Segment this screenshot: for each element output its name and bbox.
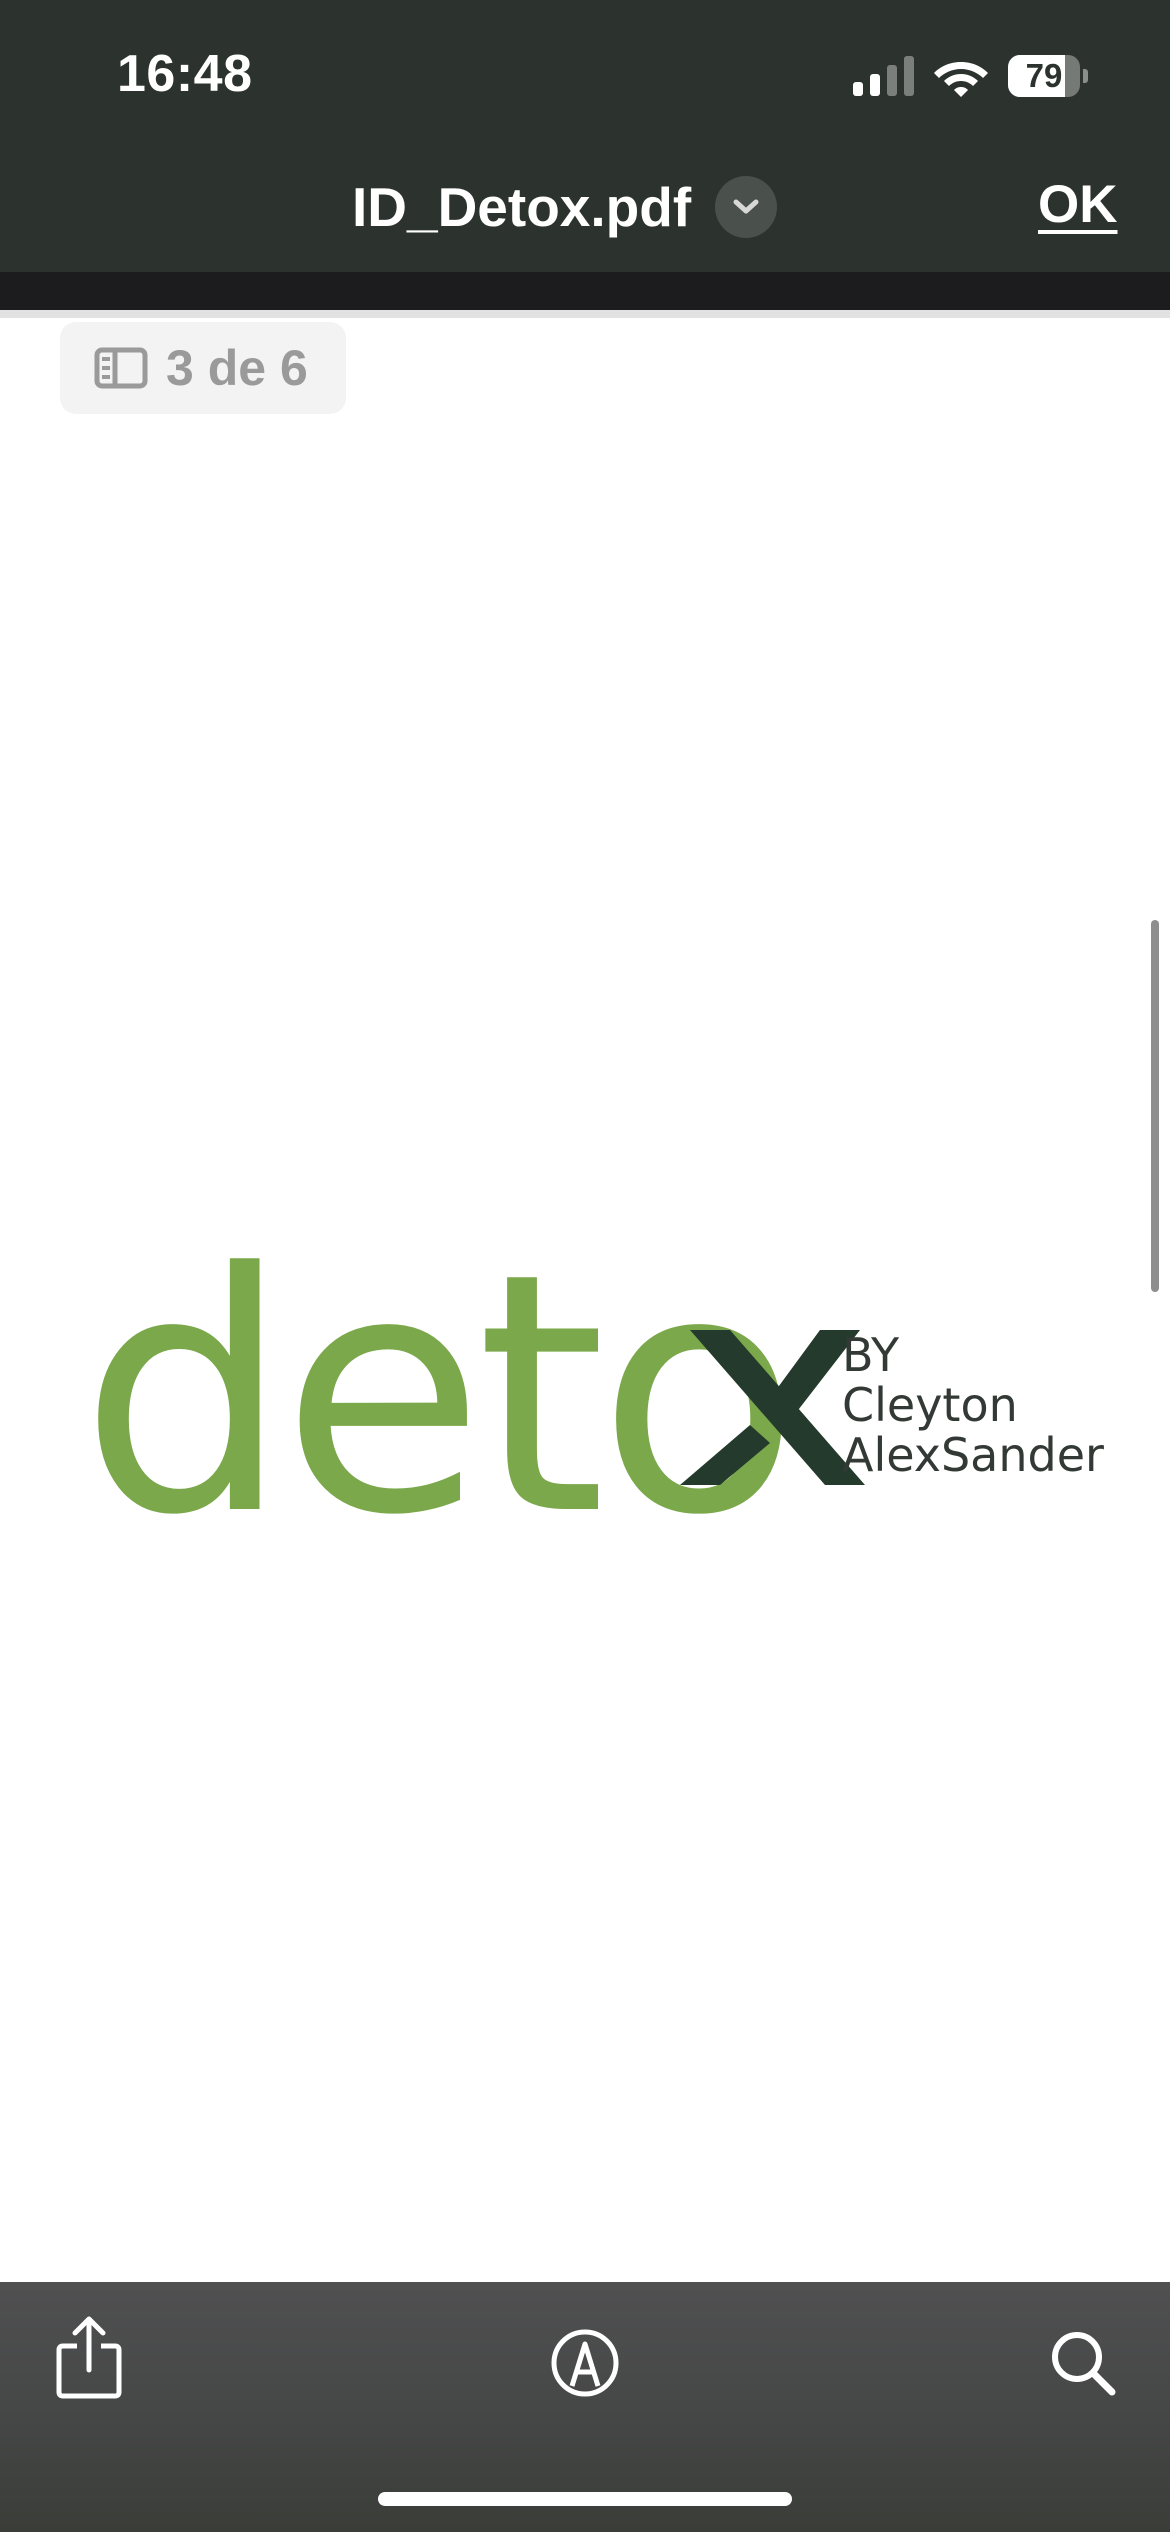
chevron-down-icon[interactable] — [715, 176, 778, 238]
search-icon — [1052, 2332, 1116, 2396]
status-time: 16:48 — [117, 45, 253, 103]
byline-last-name: AlexSander — [842, 1428, 1104, 1482]
detox-logo: deto BY Cleyton AlexSander — [80, 1230, 1104, 1560]
header-divider — [0, 272, 1170, 310]
byline-first-name: Cleyton — [842, 1378, 1018, 1432]
logo-byline: BY Cleyton AlexSander — [842, 1330, 1104, 1480]
byline-by: BY — [842, 1328, 900, 1382]
document-title-menu[interactable]: ID_Detox.pdf — [352, 172, 778, 242]
share-icon — [56, 2316, 122, 2399]
page-number-label: 3 de 6 — [166, 340, 308, 396]
battery-icon: 79 — [1008, 55, 1088, 97]
cellular-signal-icon — [853, 56, 914, 96]
share-button[interactable] — [44, 2312, 134, 2402]
home-indicator[interactable] — [378, 2492, 792, 2506]
done-button[interactable]: OK — [1038, 174, 1118, 235]
sidebar-icon — [94, 347, 148, 389]
page-edge — [0, 310, 1170, 318]
battery-level: 79 — [1025, 57, 1063, 94]
top-header: 16:48 79 ID_Detox.pdf OK — [0, 0, 1170, 272]
vertical-scrollbar[interactable] — [1151, 920, 1159, 1292]
document-title: ID_Detox.pdf — [352, 176, 692, 238]
markup-icon — [551, 2329, 619, 2397]
pdf-viewer-screen: 16:48 79 ID_Detox.pdf OK 3 de 6 deto BY … — [0, 0, 1170, 2532]
wifi-icon — [934, 62, 988, 97]
markup-button[interactable] — [540, 2318, 630, 2408]
search-button[interactable] — [1038, 2318, 1128, 2408]
page-indicator[interactable]: 3 de 6 — [60, 322, 346, 414]
